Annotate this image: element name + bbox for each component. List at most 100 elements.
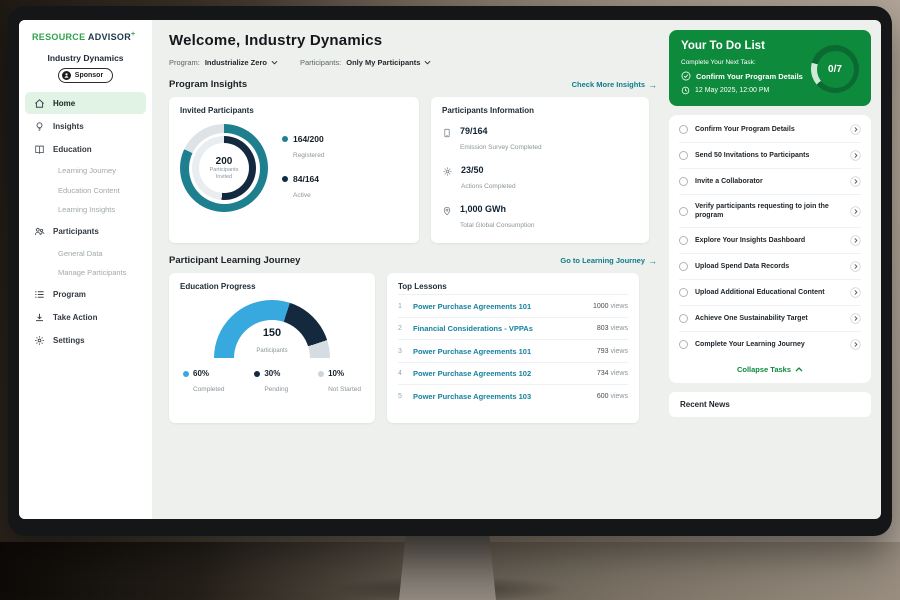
checkbox-circle-icon[interactable] [679, 288, 688, 297]
checkbox-circle-icon[interactable] [679, 151, 688, 160]
gear-icon [34, 335, 45, 346]
chevron-right-icon[interactable] [850, 124, 861, 135]
stat-emission-survey: 79/164 Emission Survey Completed [442, 126, 638, 154]
views-count: 600 [597, 393, 609, 400]
sidebar-item-education[interactable]: Education [25, 138, 146, 160]
checkbox-circle-icon[interactable] [679, 177, 688, 186]
checkbox-circle-icon[interactable] [679, 262, 688, 271]
chevron-right-icon[interactable] [850, 206, 861, 217]
arrow-right-icon: → [648, 256, 657, 266]
chevron-right-icon[interactable] [850, 287, 861, 298]
sidebar-nav: Home Insights Education Learning Journey [19, 92, 152, 352]
sidebar-item-participants[interactable]: Participants [25, 221, 146, 243]
check-circle-icon [681, 71, 691, 81]
task-item-upload-educational-content[interactable]: Upload Additional Educational Content [679, 280, 861, 306]
go-to-learning-journey-link[interactable]: Go to Learning Journey → [560, 256, 657, 266]
lesson-link[interactable]: Power Purchase Agreements 103 [413, 392, 590, 401]
sidebar-item-label: Program [53, 290, 86, 299]
lesson-rank: 4 [398, 370, 406, 377]
sidebar-item-label: Home [53, 99, 75, 108]
collapse-tasks-link[interactable]: Collapse Tasks [679, 357, 861, 380]
lesson-link[interactable]: Power Purchase Agreements 101 [413, 347, 590, 356]
program-filter: Program: Industrialize Zero [169, 58, 278, 67]
todo-next-task-label: Confirm Your Program Details [696, 72, 803, 81]
gauge-legend: 60%Completed 30%Pending 10%Not Started [180, 369, 364, 396]
sidebar-item-learning-insights[interactable]: Learning Insights [25, 200, 146, 220]
sidebar-item-label: Education Content [58, 186, 120, 195]
checkbox-circle-icon[interactable] [679, 236, 688, 245]
task-item-explore-insights[interactable]: Explore Your Insights Dashboard [679, 228, 861, 254]
task-label: Confirm Your Program Details [695, 125, 843, 134]
check-more-insights-link[interactable]: Check More Insights → [572, 80, 657, 90]
task-item-verify-participants[interactable]: Verify participants requesting to join t… [679, 195, 861, 228]
legend-item-not-started: 10%Not Started [318, 369, 361, 396]
checkbox-circle-icon[interactable] [679, 207, 688, 216]
legend-label: Completed [193, 386, 224, 393]
sidebar-item-insights[interactable]: Insights [25, 115, 146, 137]
sponsor-badge: Sponsor [58, 68, 113, 83]
navy-dot-icon [282, 176, 288, 182]
navy-dot-icon [254, 371, 260, 377]
sidebar-item-home[interactable]: Home [25, 92, 146, 114]
task-label: Send 50 Invitations to Participants [695, 151, 843, 160]
sidebar-item-manage-participants[interactable]: Manage Participants [25, 263, 146, 283]
sidebar-item-take-action[interactable]: Take Action [25, 307, 146, 329]
checkbox-circle-icon[interactable] [679, 314, 688, 323]
people-icon [34, 226, 45, 237]
sidebar-item-general-data[interactable]: General Data [25, 244, 146, 264]
chevron-up-icon [795, 367, 803, 372]
blue-dot-icon [183, 371, 189, 377]
lesson-link[interactable]: Power Purchase Agreements 101 [413, 302, 586, 311]
chevron-right-icon[interactable] [850, 235, 861, 246]
take-action-icon [34, 312, 45, 323]
lesson-link[interactable]: Power Purchase Agreements 102 [413, 369, 590, 378]
chevron-down-icon [424, 60, 431, 65]
link-label: Go to Learning Journey [560, 256, 645, 265]
checkbox-circle-icon[interactable] [679, 340, 688, 349]
legend-value: 30% [264, 369, 288, 378]
filter-bar: Program: Industrialize Zero Participants… [169, 58, 657, 67]
sidebar-item-learning-journey[interactable]: Learning Journey [25, 161, 146, 181]
todo-due-label: 12 May 2025, 12:00 PM [695, 87, 769, 94]
stat-value: 79/164 [460, 126, 542, 136]
participants-filter: Participants: Only My Participants [300, 58, 431, 67]
task-item-complete-learning-journey[interactable]: Complete Your Learning Journey [679, 332, 861, 357]
program-filter-dropdown[interactable]: Industrialize Zero [205, 58, 278, 67]
person-icon [62, 71, 71, 80]
sidebar-item-program[interactable]: Program [25, 284, 146, 306]
task-item-upload-spend-data[interactable]: Upload Spend Data Records [679, 254, 861, 280]
chevron-right-icon[interactable] [850, 261, 861, 272]
task-item-achieve-target[interactable]: Achieve One Sustainability Target [679, 306, 861, 332]
app-window: RESOURCE ADVISOR+ Industry Dynamics Spon… [19, 20, 881, 519]
survey-icon [442, 127, 452, 154]
task-item-send-invitations[interactable]: Send 50 Invitations to Participants [679, 143, 861, 169]
views-count: 793 [597, 348, 609, 355]
program-filter-value: Industrialize Zero [205, 58, 267, 67]
lesson-row: 2 Financial Considerations - VPPAs 803 v… [398, 318, 628, 341]
legend-item-active: 84/164 Active [282, 174, 324, 202]
task-item-confirm-program[interactable]: Confirm Your Program Details [679, 117, 861, 143]
chevron-right-icon[interactable] [850, 313, 861, 324]
chevron-right-icon[interactable] [850, 176, 861, 187]
card-title: Top Lessons [398, 282, 628, 295]
org-name: Industry Dynamics [19, 53, 152, 63]
sidebar-item-settings[interactable]: Settings [25, 330, 146, 352]
lesson-link[interactable]: Financial Considerations - VPPAs [413, 324, 590, 333]
gray-dot-icon [318, 371, 324, 377]
chevron-right-icon[interactable] [850, 150, 861, 161]
legend-value: 60% [193, 369, 224, 378]
views-count: 803 [597, 325, 609, 332]
task-item-invite-collaborator[interactable]: Invite a Collaborator [679, 169, 861, 195]
active-label: Active [293, 192, 311, 199]
active-value: 84/164 [293, 174, 319, 184]
chevron-right-icon[interactable] [850, 339, 861, 350]
page-title: Welcome, Industry Dynamics [169, 32, 657, 49]
legend-item-registered: 164/200 Registered [282, 134, 324, 162]
checkbox-circle-icon[interactable] [679, 125, 688, 134]
participants-filter-label: Participants: [300, 58, 341, 67]
card-title: Invited Participants [180, 106, 408, 115]
views-label: views [610, 325, 628, 332]
desk-background: RESOURCE ADVISOR+ Industry Dynamics Spon… [0, 0, 900, 600]
participants-filter-dropdown[interactable]: Only My Participants [346, 58, 431, 67]
sidebar-item-education-content[interactable]: Education Content [25, 181, 146, 201]
